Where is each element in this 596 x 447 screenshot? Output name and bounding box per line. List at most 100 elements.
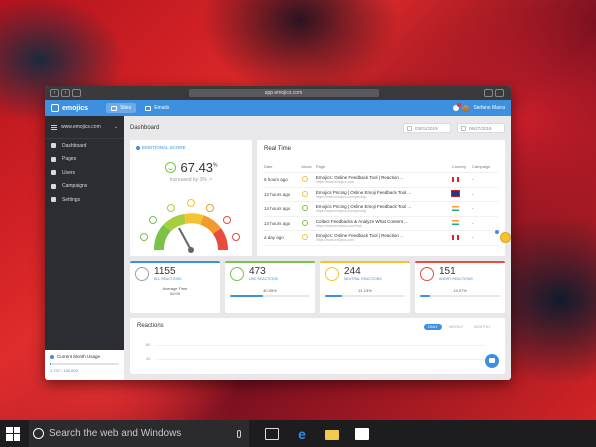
sidebar-item-label: Pages (62, 156, 77, 163)
col-country: Country (451, 164, 472, 173)
usage-value: 1,737 / 100,000 (50, 368, 78, 373)
table-row[interactable]: 12 hours ago Emojics Pricing | Online Em… (264, 187, 498, 202)
chat-button[interactable] (485, 354, 499, 368)
sidebar-item-label: Dashboard (62, 142, 87, 149)
flag-in-icon (451, 205, 459, 211)
usage-label: Current Month Usage (50, 354, 119, 359)
neutral-reactions-icon (325, 267, 339, 281)
table-row[interactable]: 14 hours ago Emojics Pricing | Online Em… (264, 201, 498, 217)
gauge-happy-icon (140, 233, 148, 241)
share-icon[interactable] (484, 89, 493, 97)
period-daily[interactable]: DAILY (423, 324, 442, 330)
happy-mood-icon (301, 219, 308, 226)
score-label-text: EMOTIONAL SCORE (142, 145, 186, 150)
chevron-down-icon: ⌄ (113, 124, 118, 130)
period-toggle: DAILY WEEKLY MONTHLY (421, 324, 495, 330)
site-name: www.emojics.com (61, 124, 101, 130)
search-placeholder: Search the web and Windows (49, 428, 182, 439)
cortana-icon (33, 428, 44, 439)
grid-line (156, 345, 485, 346)
table-row[interactable]: 14 hours ago Collect Feedbacks & Analyze… (264, 216, 498, 231)
table-row[interactable]: a day ago Emojics: Online Feedback Tool … (264, 230, 498, 246)
email-icon (145, 105, 152, 111)
forward-icon[interactable]: › (61, 89, 70, 97)
happy-mood-icon (301, 205, 308, 212)
angry-reactions-percent: 13.07% (453, 288, 467, 293)
sites-icon (111, 105, 118, 111)
flag-ca-icon (451, 176, 459, 182)
score-unit: % (213, 162, 218, 169)
col-campaign: Campaign (471, 164, 498, 173)
period-weekly[interactable]: WEEKLY (445, 324, 467, 330)
score-trend-text: Increased by 3% (169, 177, 207, 183)
row-page-url: https://www.emojics.com/pricing/ (315, 209, 367, 214)
avatar (462, 104, 470, 112)
angry-reactions-bar-fill (420, 295, 431, 297)
date-from-picker[interactable]: 03/01/2019 (403, 123, 451, 133)
date-to-picker[interactable]: 06/27/2019 (457, 123, 505, 133)
file-explorer-icon[interactable] (325, 429, 339, 440)
date-to: 06/27/2019 (469, 125, 492, 131)
flag-gb-icon (450, 190, 460, 198)
usage-dot-icon (50, 354, 54, 359)
logo-icon (51, 104, 59, 112)
row-campaign: - (471, 187, 498, 202)
sidebar: www.emojics.com ⌄ Dashboard Pages Users … (45, 116, 124, 380)
like-reactions-label: LIKE REACTIONS (249, 277, 278, 281)
info-icon[interactable] (136, 145, 140, 150)
tab-emails-label: Emails (154, 105, 170, 111)
menu-icon (51, 124, 57, 130)
sidebar-item-dashboard[interactable]: Dashboard (45, 139, 124, 153)
sidebar-toggle-icon[interactable] (72, 89, 81, 97)
tab-sites[interactable]: Sites (106, 103, 137, 113)
tabs-icon[interactable] (495, 89, 504, 97)
row-campaign: - (471, 201, 498, 217)
store-icon[interactable] (355, 427, 369, 440)
calendar-icon (407, 125, 412, 131)
windows-start-icon[interactable] (6, 426, 20, 441)
user-menu[interactable]: Stefano Marra (453, 103, 505, 112)
sidebar-item-users[interactable]: Users (45, 166, 124, 180)
grid-line (156, 359, 485, 360)
flag-ca-icon (451, 234, 459, 240)
realtime-card: Real Time Date Mood Page Country Campaig… (257, 140, 505, 256)
edge-browser-icon[interactable]: e (295, 427, 309, 441)
neutral-reactions-label: NEUTRAL REACTIONS (344, 277, 382, 281)
emoji-widget-icon[interactable] (500, 232, 511, 243)
row-campaign: - (471, 172, 498, 188)
flag-in-icon (451, 220, 459, 226)
realtime-table: Date Mood Page Country Campaign 6 hours … (264, 164, 498, 246)
back-icon[interactable]: ‹ (50, 89, 59, 97)
task-view-icon[interactable] (265, 427, 279, 440)
period-monthly[interactable]: MONTHLY (470, 324, 495, 330)
y-tick-label: 60 (146, 342, 151, 347)
sidebar-item-pages[interactable]: Pages (45, 153, 124, 167)
angry-reactions-icon (420, 267, 434, 281)
neutral-mood-icon (301, 176, 308, 183)
angry-reactions-card: 151 ANGRY REACTIONS 13.07% (415, 261, 505, 313)
browser-window: ‹ › app.emojics.com emojics Sites Emails… (45, 86, 511, 380)
all-reactions-card: 1155 ALL REACTIONS Average Time 00:09 (130, 261, 220, 313)
campaigns-icon (51, 183, 56, 189)
notification-bell-icon[interactable] (453, 103, 462, 111)
row-date: 12 hours ago (264, 187, 302, 202)
site-selector[interactable]: www.emojics.com ⌄ (45, 116, 124, 139)
microphone-icon[interactable] (237, 429, 241, 438)
sidebar-item-settings[interactable]: Settings (45, 193, 124, 207)
table-row[interactable]: 6 hours ago Emojics: Online Feedback Too… (264, 172, 498, 188)
app-logo[interactable]: emojics (51, 104, 88, 112)
gauge-smile-icon (149, 216, 157, 224)
emotional-score-card: EMOTIONAL SCORE 67.43% Increased by 3% ↗ (130, 140, 252, 256)
url-bar[interactable]: app.emojics.com (188, 89, 379, 97)
tab-emails[interactable]: Emails (140, 103, 174, 113)
sidebar-item-campaigns[interactable]: Campaigns (45, 180, 124, 194)
row-date: 14 hours ago (264, 216, 302, 231)
main-content: Dashboard 03/01/2019 06/27/2019 EMOTIONA… (124, 116, 511, 380)
score-trend: Increased by 3% ↗ (136, 177, 246, 183)
neutral-reactions-card: 244 NEUTRAL REACTIONS 21.13% (320, 261, 410, 313)
page-title: Dashboard (130, 125, 160, 131)
like-reactions-card: 473 LIKE REACTIONS 40.95% (225, 261, 315, 313)
row-date: a day ago (264, 230, 302, 246)
usage-panel: Current Month Usage 1,737 / 100,000 (45, 350, 124, 380)
taskbar-search[interactable]: Search the web and Windows (29, 420, 249, 447)
